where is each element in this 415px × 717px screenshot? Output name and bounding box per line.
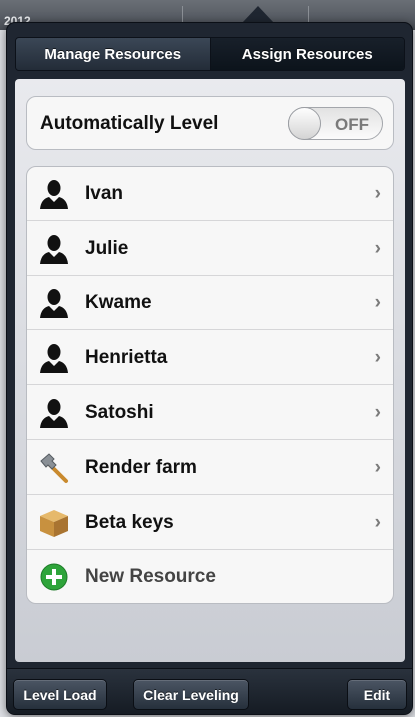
resources-popover: Manage Resources Assign Resources Automa… (6, 22, 413, 715)
chevron-right-icon: › (374, 238, 381, 259)
level-load-button[interactable]: Level Load (13, 679, 107, 710)
assign-resources-tab[interactable]: Assign Resources (210, 38, 404, 70)
resource-mode-segmented-control: Manage Resources Assign Resources (15, 37, 405, 71)
list-item-ivan[interactable]: Ivan › (27, 167, 393, 221)
resource-name: Render farm (85, 457, 197, 478)
resource-name: Julie (85, 238, 129, 259)
box-icon (40, 510, 68, 537)
chevron-right-icon: › (374, 402, 381, 423)
chevron-right-icon: › (374, 512, 381, 533)
auto-level-label: Automatically Level (40, 113, 219, 134)
switch-knob (288, 107, 321, 140)
list-item-beta-keys[interactable]: Beta keys › (27, 496, 393, 550)
person-icon (40, 235, 68, 264)
new-resource-row[interactable]: New Resource (27, 550, 393, 604)
hammer-icon (40, 453, 68, 483)
list-item-render-farm[interactable]: Render farm › (27, 441, 393, 495)
clear-leveling-button[interactable]: Clear Leveling (133, 679, 249, 710)
auto-level-group: Automatically Level OFF (26, 96, 394, 150)
chevron-right-icon: › (374, 457, 381, 478)
person-icon (40, 180, 68, 209)
list-item-satoshi[interactable]: Satoshi › (27, 386, 393, 440)
person-icon (40, 344, 68, 373)
popover-content: Automatically Level OFF Ivan › Julie › K… (15, 79, 405, 662)
edit-button[interactable]: Edit (347, 679, 407, 710)
chevron-right-icon: › (374, 292, 381, 313)
add-circle-icon (40, 563, 68, 591)
switch-state-text: OFF (335, 115, 369, 134)
list-item-julie[interactable]: Julie › (27, 222, 393, 276)
resource-name: Ivan (85, 183, 124, 204)
resource-name: Kwame (85, 292, 152, 313)
manage-resources-tab[interactable]: Manage Resources (16, 38, 211, 70)
person-icon (40, 289, 68, 318)
list-item-kwame[interactable]: Kwame › (27, 276, 393, 330)
resource-list: Ivan › Julie › Kwame › Henrietta › Satos… (26, 166, 394, 604)
list-item-henrietta[interactable]: Henrietta › (27, 331, 393, 385)
popover-arrow (242, 6, 274, 23)
auto-level-switch[interactable]: OFF (288, 107, 383, 140)
person-icon (40, 399, 68, 428)
chevron-right-icon: › (374, 347, 381, 368)
chevron-right-icon: › (374, 183, 381, 204)
bottom-toolbar: Level Load Clear Leveling Edit (7, 668, 412, 714)
resource-name: Satoshi (85, 402, 154, 423)
resource-name: Beta keys (85, 512, 174, 533)
new-resource-label: New Resource (85, 566, 216, 587)
resource-name: Henrietta (85, 347, 168, 368)
